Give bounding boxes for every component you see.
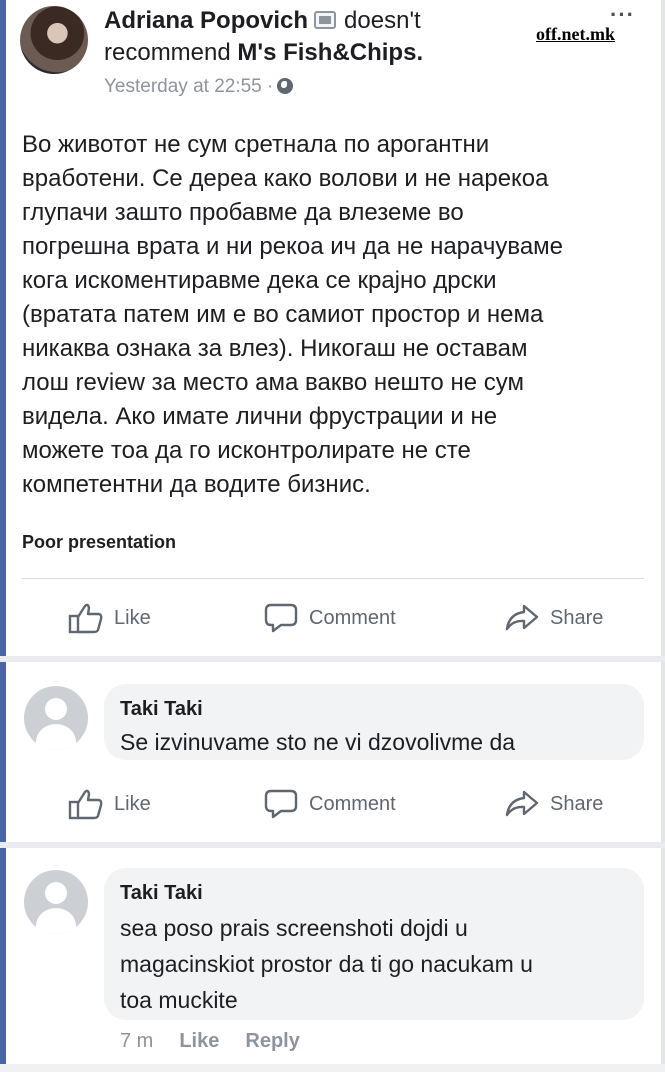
thumbs-up-icon xyxy=(68,789,103,820)
window-frame-right xyxy=(661,0,665,1072)
action-text: doesn't xyxy=(344,7,421,34)
comment-like-link[interactable]: Like xyxy=(179,1030,219,1052)
post-body: Во животот не сум сретнала по арогантни … xyxy=(22,131,564,498)
like-label: Like xyxy=(114,606,151,629)
comment-text: sea poso prais screenshoti dojdi u magac… xyxy=(120,915,533,1013)
window-frame-left xyxy=(0,0,6,1072)
recommend-word: recommend xyxy=(104,39,231,66)
comment-button[interactable]: Comment xyxy=(263,598,396,638)
section-separator xyxy=(0,656,665,662)
bottom-strip xyxy=(0,1064,665,1072)
share-button[interactable]: Share xyxy=(504,598,603,638)
post-header-line2: recommend M's Fish&Chips. xyxy=(104,38,423,68)
post-timestamp[interactable]: Yesterday at 22:55 · xyxy=(104,76,273,97)
page-name[interactable]: M's Fish&Chips. xyxy=(237,39,423,66)
comment-text: Se izvinuvame sto ne vi dzovolivme da xyxy=(120,729,516,755)
comment-bubble: Taki Taki sea poso prais screenshoti doj… xyxy=(104,868,644,1020)
like-label: Like xyxy=(114,792,151,815)
author-name[interactable]: Adriana Popovich xyxy=(104,7,308,34)
globe-icon xyxy=(277,78,294,94)
post-meta: Yesterday at 22:55 · xyxy=(104,76,294,98)
like-button[interactable]: Like xyxy=(68,784,151,824)
comment-time[interactable]: 7 m xyxy=(120,1030,153,1052)
comment-label: Comment xyxy=(309,606,396,629)
share-icon xyxy=(505,604,539,631)
comment-label: Comment xyxy=(309,792,396,815)
comment-bubble: Taki Taki Se izvinuvame sto ne vi dzovol… xyxy=(104,684,644,760)
recommendation-flag-icon xyxy=(314,11,337,29)
share-label: Share xyxy=(550,792,604,815)
commenter-avatar[interactable] xyxy=(24,686,88,750)
like-button[interactable]: Like xyxy=(68,598,151,638)
comment-meta: 7 m Like Reply xyxy=(120,1030,326,1053)
commenter-name[interactable]: Taki Taki xyxy=(120,698,203,721)
recommendation-tag: Poor presentation xyxy=(22,532,177,552)
commenter-avatar[interactable] xyxy=(24,870,88,934)
post-header-line1: Adriana Popovich doesn't xyxy=(104,6,421,36)
comment-icon xyxy=(264,603,298,633)
post-action-bar: Like Comment Share xyxy=(0,784,665,824)
post-action-bar: Like Comment Share xyxy=(0,598,665,638)
divider xyxy=(22,578,644,579)
comment-reply-link[interactable]: Reply xyxy=(245,1030,299,1052)
thumbs-up-icon xyxy=(68,603,103,634)
share-icon xyxy=(505,790,539,817)
author-avatar[interactable] xyxy=(20,6,88,74)
comment-icon xyxy=(264,789,298,819)
section-separator xyxy=(0,842,665,848)
share-label: Share xyxy=(550,606,604,629)
commenter-name[interactable]: Taki Taki xyxy=(120,882,203,905)
share-button[interactable]: Share xyxy=(504,784,603,824)
comment-button[interactable]: Comment xyxy=(263,784,396,824)
watermark: off.net.mk xyxy=(534,24,617,45)
